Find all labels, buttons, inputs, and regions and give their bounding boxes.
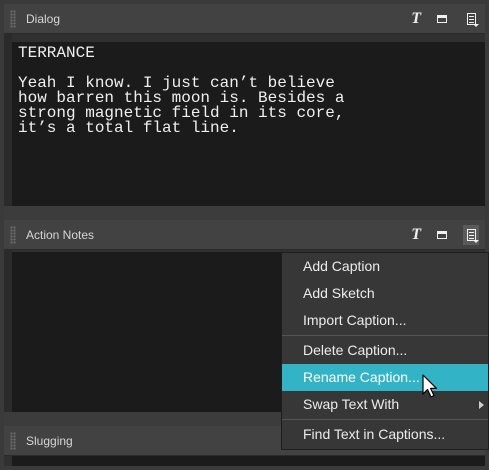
panel-menu-icon bbox=[466, 12, 479, 27]
drag-grip-icon[interactable] bbox=[10, 9, 16, 28]
menu-item-label: Swap Text With bbox=[303, 396, 400, 412]
text-tool-icon[interactable]: T bbox=[411, 10, 421, 28]
menu-item-swap-text-with[interactable]: Swap Text With bbox=[282, 391, 488, 418]
panel-separator[interactable] bbox=[4, 206, 485, 220]
submenu-arrow-icon bbox=[479, 401, 484, 409]
menu-item-import-caption[interactable]: Import Caption... bbox=[282, 307, 488, 334]
dialog-panel-title: Dialog bbox=[26, 11, 61, 26]
panel-menu-button[interactable] bbox=[463, 224, 479, 245]
menu-item-delete-caption[interactable]: Delete Caption... bbox=[282, 337, 488, 364]
menu-item-find-text[interactable]: Find Text in Captions... bbox=[282, 421, 488, 448]
text-tool-icon[interactable]: T bbox=[411, 226, 421, 244]
dialog-text-area[interactable]: TERRANCE Yeah I know. I just can’t belie… bbox=[12, 42, 485, 206]
menu-item-add-sketch[interactable]: Add Sketch bbox=[282, 280, 488, 307]
drag-grip-icon[interactable] bbox=[10, 431, 16, 450]
action-notes-panel-title: Action Notes bbox=[26, 227, 95, 242]
window-icon[interactable] bbox=[437, 230, 447, 239]
action-notes-panel-header: Action Notes T bbox=[4, 220, 485, 250]
slugging-text-area[interactable] bbox=[12, 456, 485, 466]
panel-menu-button[interactable] bbox=[463, 9, 479, 29]
menu-item-rename-caption[interactable]: Rename Caption... bbox=[282, 364, 488, 391]
context-menu: Add Caption Add Sketch Import Caption...… bbox=[281, 252, 489, 450]
menu-separator bbox=[282, 335, 488, 336]
mouse-cursor-icon bbox=[422, 374, 438, 398]
dialog-gutter bbox=[4, 34, 12, 206]
drag-grip-icon[interactable] bbox=[10, 225, 16, 244]
dialog-panel-header: Dialog T bbox=[4, 4, 485, 34]
action-notes-gutter bbox=[4, 250, 12, 412]
window-icon[interactable] bbox=[437, 14, 447, 23]
menu-item-add-caption[interactable]: Add Caption bbox=[282, 253, 488, 280]
panel-menu-icon bbox=[466, 228, 479, 243]
menu-separator bbox=[282, 419, 488, 420]
